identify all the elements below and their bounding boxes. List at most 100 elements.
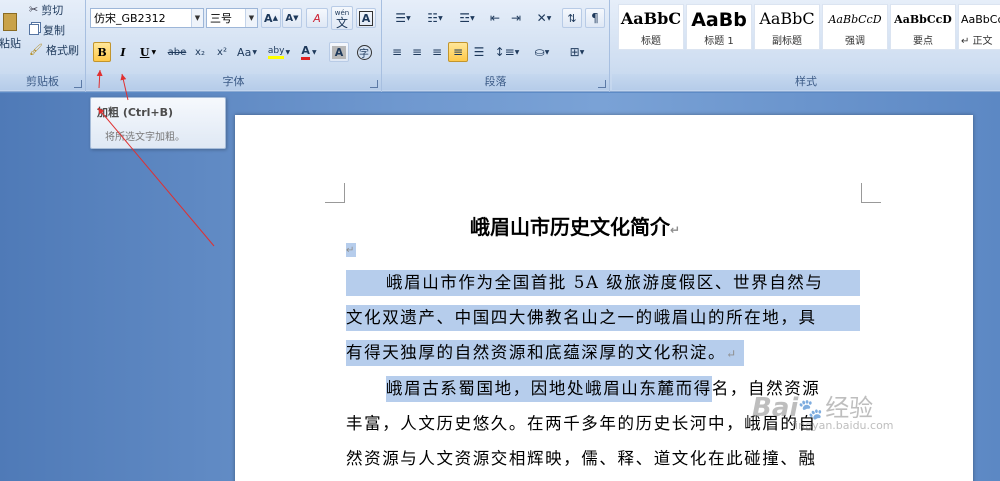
numbering-button[interactable]: ☷ ▼ — [420, 8, 450, 28]
paragraph-mark-icon: ↵ — [346, 245, 355, 256]
empty-paragraph[interactable]: ↵ — [346, 243, 356, 257]
bold-icon: B — [97, 45, 107, 59]
subscript-button[interactable]: x₂ — [190, 42, 210, 62]
font-color-dropdown-icon[interactable]: ▼ — [312, 49, 317, 56]
superscript-button[interactable]: x² — [212, 42, 232, 62]
align-left-button[interactable]: ≡ — [388, 42, 406, 62]
clear-format-button[interactable]: A — [306, 8, 328, 28]
style-heading-1-name: 标题 1 — [704, 36, 734, 47]
shading-dropdown-icon[interactable]: ▼ — [545, 49, 550, 56]
increase-indent-button[interactable]: ⇥ — [506, 8, 526, 28]
paragraph-group: ☰ ▼ ☷ ▼ ☲ ▼ ⇤ ⇥ ✕ ▼ ⇅ ¶ ≡ ≡ ≡ ≡ ☰ ↕≡ ▼ ⛀… — [382, 0, 610, 92]
cut-button[interactable]: ✂ 剪切 — [26, 1, 66, 18]
multilevel-list-button[interactable]: ☲ ▼ — [452, 8, 482, 28]
change-case-icon: Aa — [237, 45, 252, 59]
shading-button[interactable]: ⛀ ▼ — [527, 42, 557, 62]
document-title[interactable]: 峨眉山市历史文化简介↵ — [470, 211, 680, 240]
styles-group: AaBbC 标题 AaBb 标题 1 AaBbC 副标题 AaBbCcD 强调 … — [612, 0, 1000, 92]
paw-icon: 🐾 — [798, 397, 824, 421]
justify-button[interactable]: ≡ — [448, 42, 468, 62]
font-size-combo[interactable]: 三号 ▼ — [206, 8, 258, 28]
text-line-2[interactable]: 文化双遗产、中国四大佛教名山之一的峨眉山的所在地，具 — [346, 305, 860, 331]
chinese-layout-dropdown-icon[interactable]: ▼ — [547, 15, 552, 22]
clipboard-group-label: 剪贴板 — [0, 74, 85, 90]
highlight-dropdown-icon[interactable]: ▼ — [285, 49, 290, 56]
numbering-dropdown-icon[interactable]: ▼ — [438, 15, 443, 22]
decrease-indent-button[interactable]: ⇤ — [485, 8, 505, 28]
character-shading-button[interactable]: A — [329, 42, 349, 62]
bullets-button[interactable]: ☰ ▼ — [388, 8, 418, 28]
text-line-6-text: 然资源与人文资源交相辉映，儒、释、道文化在此碰撞、融 — [346, 449, 817, 468]
style-normal-sample: AaBbCc — [961, 13, 1000, 26]
style-normal-name: ↵ 正文 — [961, 36, 993, 47]
multilevel-list-dropdown-icon[interactable]: ▼ — [470, 15, 475, 22]
font-name-dropdown-icon[interactable]: ▼ — [191, 9, 203, 27]
watermark-brand: 经验 — [825, 394, 874, 422]
strikethrough-icon: abe — [167, 46, 187, 58]
decrease-indent-icon: ⇤ — [489, 11, 501, 25]
phonetic-guide-button[interactable]: wén 文 — [331, 6, 353, 30]
paste-button[interactable]: 粘贴 — [0, 2, 21, 62]
change-case-button[interactable]: Aa ▼ — [234, 42, 260, 62]
bold-tooltip: 加粗 (Ctrl+B) 将所选文字加粗。 — [90, 97, 226, 149]
copy-icon — [29, 24, 39, 35]
style-emphasis[interactable]: AaBbCcD 强调 — [822, 4, 888, 50]
text-line-5[interactable]: 丰富，人文历史悠久。在两千多年的历史长河中，峨眉的自 — [346, 411, 817, 437]
align-center-icon: ≡ — [411, 45, 423, 59]
borders-button[interactable]: ⊞ ▼ — [562, 42, 592, 62]
text-line-5-text: 丰富，人文历史悠久。在两千多年的历史长河中，峨眉的自 — [346, 414, 817, 433]
line-spacing-dropdown-icon[interactable]: ▼ — [515, 49, 520, 56]
show-marks-button[interactable]: ¶ — [585, 8, 605, 28]
style-subtitle[interactable]: AaBbC 副标题 — [754, 4, 820, 50]
italic-button[interactable]: I — [114, 42, 132, 62]
subscript-icon: x₂ — [195, 46, 205, 58]
highlight-button[interactable]: aby ▼ — [264, 42, 294, 62]
bullets-dropdown-icon[interactable]: ▼ — [406, 15, 411, 22]
style-subtitle-name: 副标题 — [772, 36, 802, 47]
font-color-button[interactable]: A ▼ — [296, 42, 322, 62]
style-title[interactable]: AaBbC 标题 — [618, 4, 684, 50]
sort-button[interactable]: ⇅ — [562, 8, 582, 28]
text-line-4[interactable]: 峨眉古系蜀国地，因地处峨眉山东麓而得名，自然资源 — [346, 376, 820, 402]
font-group-label: 字体 — [86, 74, 381, 90]
text-line-1[interactable]: 峨眉山市作为全国首批 5A 级旅游度假区、世界自然与 — [346, 270, 860, 296]
clipboard-launcher-icon[interactable] — [74, 80, 82, 88]
strikethrough-button[interactable]: abe — [166, 42, 188, 62]
enclose-characters-button[interactable]: 字 — [354, 42, 374, 62]
margin-corner-top-left — [325, 183, 345, 203]
text-line-3[interactable]: 有得天独厚的自然资源和底蕴深厚的文化积淀。↵ — [346, 340, 744, 366]
align-left-icon: ≡ — [391, 45, 403, 59]
font-launcher-icon[interactable] — [370, 80, 378, 88]
style-normal[interactable]: AaBbCc ↵ 正文 — [958, 4, 1000, 50]
grow-font-icon: A — [264, 11, 273, 25]
format-painter-button[interactable]: 🖌 格式刷 — [26, 41, 82, 58]
highlight-icon: aby — [267, 46, 285, 59]
font-name-combo[interactable]: 仿宋_GB2312 ▼ — [90, 8, 204, 28]
text-line-1-text: 峨眉山市作为全国首批 5A 级旅游度假区、世界自然与 — [386, 273, 824, 292]
style-heading-1[interactable]: AaBb 标题 1 — [686, 4, 752, 50]
distributed-button[interactable]: ☰ — [470, 42, 488, 62]
font-size-dropdown-icon[interactable]: ▼ — [245, 9, 257, 27]
text-line-6[interactable]: 然资源与人文资源交相辉映，儒、释、道文化在此碰撞、融 — [346, 446, 817, 472]
line-spacing-button[interactable]: ↕≡ ▼ — [492, 42, 522, 62]
bold-button[interactable]: B — [93, 42, 111, 62]
underline-button[interactable]: U ▼ — [136, 42, 160, 62]
paragraph-launcher-icon[interactable] — [598, 80, 606, 88]
align-center-button[interactable]: ≡ — [408, 42, 426, 62]
style-title-sample: AaBbC — [620, 9, 682, 28]
underline-icon: U — [139, 45, 150, 59]
character-border-button[interactable]: A — [356, 8, 376, 28]
chinese-layout-icon: ✕ — [536, 11, 547, 25]
change-case-dropdown-icon[interactable]: ▼ — [252, 49, 257, 56]
grow-font-button[interactable]: A ▲ — [261, 8, 281, 28]
copy-label: 复制 — [43, 23, 65, 37]
align-right-button[interactable]: ≡ — [428, 42, 446, 62]
borders-dropdown-icon[interactable]: ▼ — [580, 49, 585, 56]
style-strong[interactable]: AaBbCcD 要点 — [890, 4, 956, 50]
copy-button[interactable]: 复制 — [26, 21, 68, 38]
format-painter-icon: 🖌 — [29, 43, 43, 56]
shrink-font-button[interactable]: A ▼ — [282, 8, 302, 28]
enclose-characters-icon: 字 — [356, 44, 372, 60]
underline-dropdown-icon[interactable]: ▼ — [151, 49, 156, 56]
chinese-layout-button[interactable]: ✕ ▼ — [529, 8, 559, 28]
